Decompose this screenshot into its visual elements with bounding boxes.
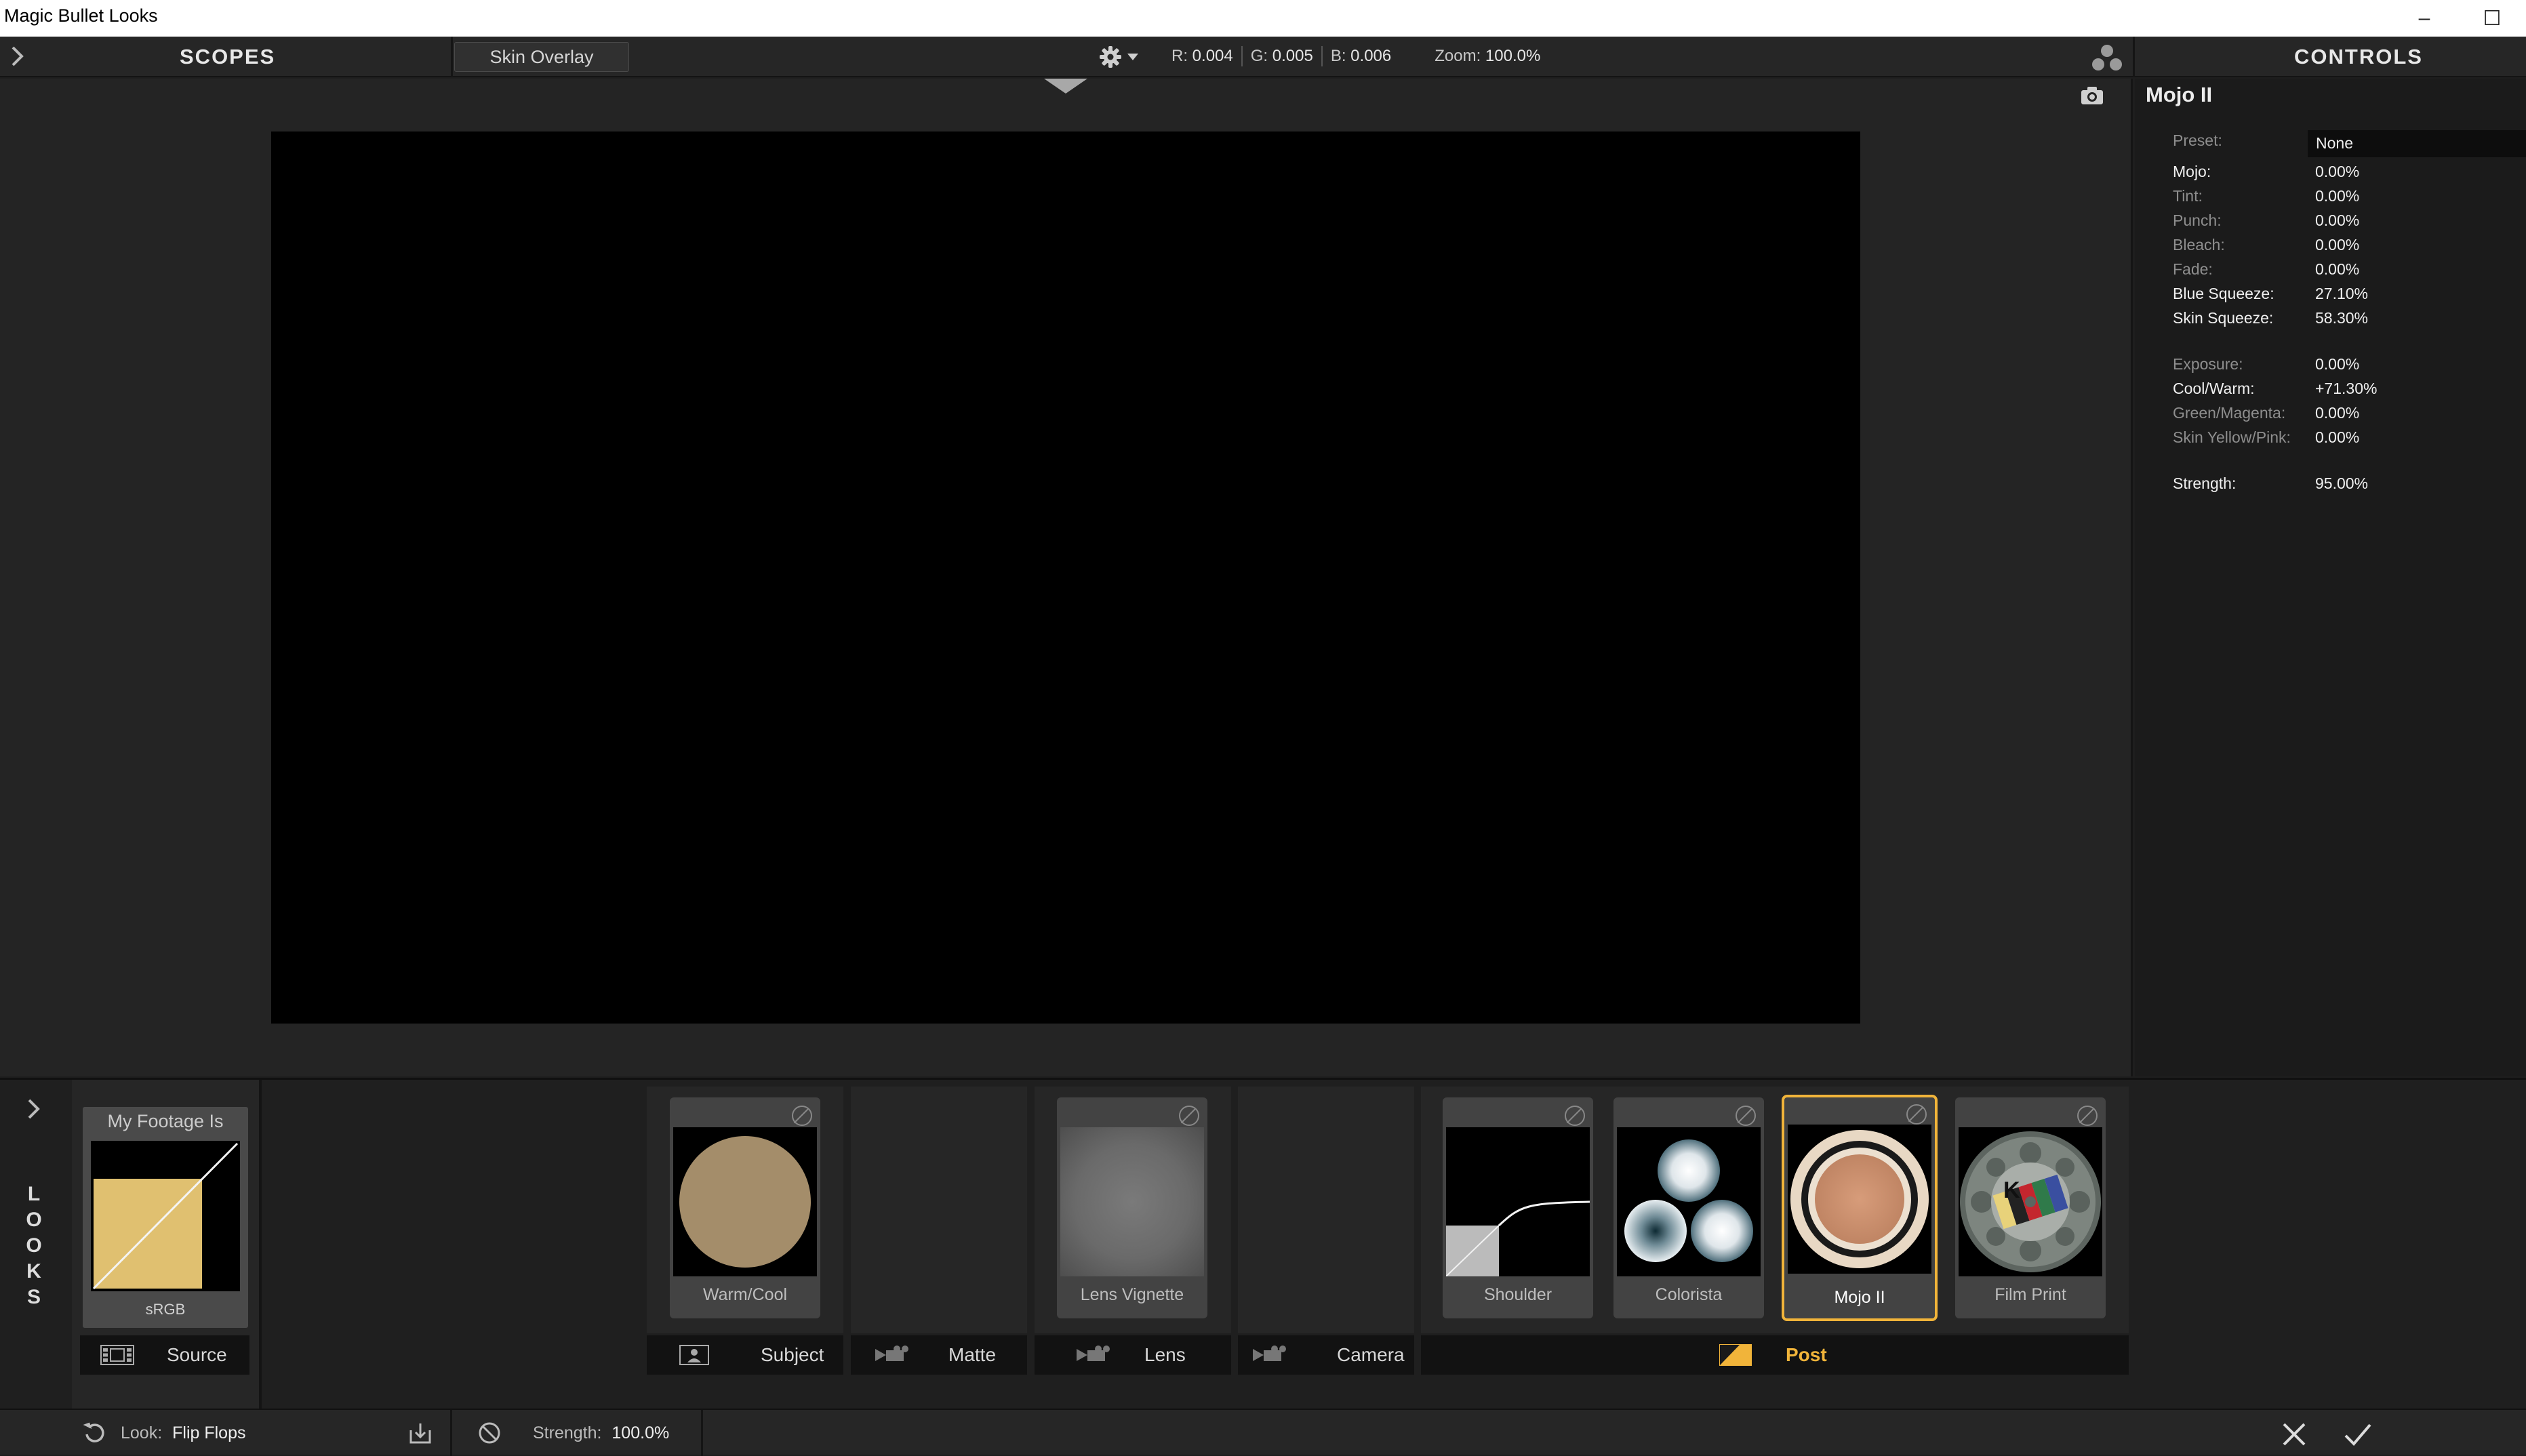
disable-icon[interactable] [1906,1104,1927,1125]
title-bar: Magic Bullet Looks – ☐ [0,0,2526,37]
param-row[interactable]: Blue Squeeze: 27.10% [2173,285,2512,309]
looks-label: LOOKS [26,1183,42,1308]
camera-slot[interactable] [1238,1087,1414,1333]
source-card-caption: sRGB [145,1301,186,1318]
save-look-icon[interactable] [408,1421,433,1445]
tool-thumbnail [1060,1127,1204,1276]
disable-icon[interactable] [1565,1106,1585,1126]
undo-icon[interactable] [83,1421,107,1445]
tool-thumbnail [1788,1125,1931,1274]
pixel-readout: R: 0.004 G: 0.005 B: 0.006 Zoom: 100.0% [1171,46,1540,66]
source-card-title: My Footage Is [107,1111,224,1131]
param-row[interactable]: Tint: 0.00% [2173,187,2512,211]
disable-icon[interactable] [792,1106,812,1126]
chevron-right-icon [28,1099,40,1119]
tool-name: Mojo II [2146,83,2213,106]
param-row[interactable]: Exposure: 0.00% [2173,355,2512,380]
preview-panel [0,79,2133,1076]
param-row[interactable]: Strength: 95.00% [2173,474,2512,499]
zoom-readout: Zoom: 100.0% [1435,47,1541,65]
param-row[interactable]: Bleach: 0.00% [2173,236,2512,260]
g-readout: G: 0.005 [1250,47,1313,65]
r-readout: R: 0.004 [1171,47,1233,65]
tools-menu-button[interactable] [2089,43,2125,75]
preset-dropdown[interactable]: None [2308,130,2526,157]
post-icon [1719,1344,1752,1366]
tool-lens-vignette[interactable]: Lens Vignette [1057,1097,1207,1318]
settings-menu[interactable] [1098,43,1139,70]
tool-colorista[interactable]: Colorista [1613,1097,1764,1318]
disable-icon[interactable] [2077,1106,2098,1126]
camera-section[interactable]: Camera [1238,1335,1414,1375]
status-bar: Look: Flip Flops Strength: 100.0% [0,1409,2526,1456]
source-section[interactable]: Source [80,1335,249,1375]
tool-mojo-ii[interactable]: Mojo II [1782,1095,1938,1321]
checkmark-icon[interactable] [2343,1421,2373,1448]
window-title: Magic Bullet Looks [4,5,158,26]
param-row[interactable]: Punch: 0.00% [2173,211,2512,236]
source-card[interactable]: My Footage Is sRGB [83,1107,248,1328]
film-strip-icon [100,1345,134,1365]
global-strength[interactable]: Strength: 100.0% [533,1423,669,1443]
subject-section[interactable]: Subject [647,1335,843,1375]
divider [451,37,453,77]
chevron-down-icon [1127,54,1138,60]
three-circles-icon [2092,45,2122,70]
preview-canvas[interactable] [271,132,1860,1024]
disable-icon[interactable] [1179,1106,1199,1126]
param-row[interactable]: Skin Squeeze: 58.30% [2173,309,2512,333]
param-row[interactable]: Cool/Warm: +71.30% [2173,380,2512,404]
tool-thumbnail [1617,1127,1761,1276]
skin-overlay-button[interactable]: Skin Overlay [454,42,629,72]
top-toolbar: SCOPES Skin Overlay R: 0.004 G: 0.005 B:… [0,37,2526,77]
post-section[interactable]: Post [1421,1335,2129,1375]
close-icon[interactable] [2281,1421,2308,1448]
tool-thumbnail [673,1127,817,1276]
camera-icon[interactable] [2080,85,2104,106]
source-thumbnail [91,1141,240,1291]
b-readout: B: 0.006 [1330,47,1392,65]
preset-label: Preset: [2173,132,2222,149]
matte-slot[interactable] [851,1087,1027,1333]
tool-shoulder[interactable]: Shoulder [1443,1097,1593,1318]
bypass-icon[interactable] [477,1421,502,1445]
param-row[interactable]: Green/Magenta: 0.00% [2173,404,2512,428]
person-icon [679,1345,709,1365]
scopes-header[interactable]: SCOPES [180,45,275,69]
film-print-logo-letter: K [2003,1177,2020,1203]
param-row[interactable]: Fade: 0.00% [2173,260,2512,285]
looks-tab[interactable]: LOOKS [0,1080,68,1411]
expand-scopes-button[interactable] [9,45,26,71]
gear-icon [1100,46,1121,68]
chevron-right-icon [12,46,24,66]
camera-matte-icon [875,1346,908,1361]
tool-thumbnail: K [1959,1127,2102,1276]
matte-section[interactable]: Matte [851,1335,1027,1375]
tool-warm-cool[interactable]: Warm/Cool [670,1097,820,1318]
tool-chain-panel: LOOKS My Footage Is sRGB Source Warm/Coo… [0,1078,2526,1411]
tool-film-print[interactable]: K Film Print [1955,1097,2106,1318]
divider [2133,37,2135,77]
tool-thumbnail [1446,1127,1590,1276]
triangle-down-icon[interactable] [1044,79,1087,95]
lens-icon [1077,1346,1110,1361]
param-row[interactable]: Mojo: 0.00% [2173,163,2512,187]
disable-icon[interactable] [1736,1106,1756,1126]
maximize-button[interactable]: ☐ [2458,0,2526,37]
param-row[interactable]: Skin Yellow/Pink: 0.00% [2173,428,2512,453]
look-name[interactable]: Look: Flip Flops [121,1423,246,1443]
controls-panel: Mojo II Preset: None Mojo: 0.00% Tint: 0.0… [2135,79,2526,1076]
minimize-button[interactable]: – [2390,0,2458,37]
lens-section[interactable]: Lens [1035,1335,1231,1375]
camera-icon [1253,1346,1286,1361]
controls-header: CONTROLS [2294,45,2423,68]
